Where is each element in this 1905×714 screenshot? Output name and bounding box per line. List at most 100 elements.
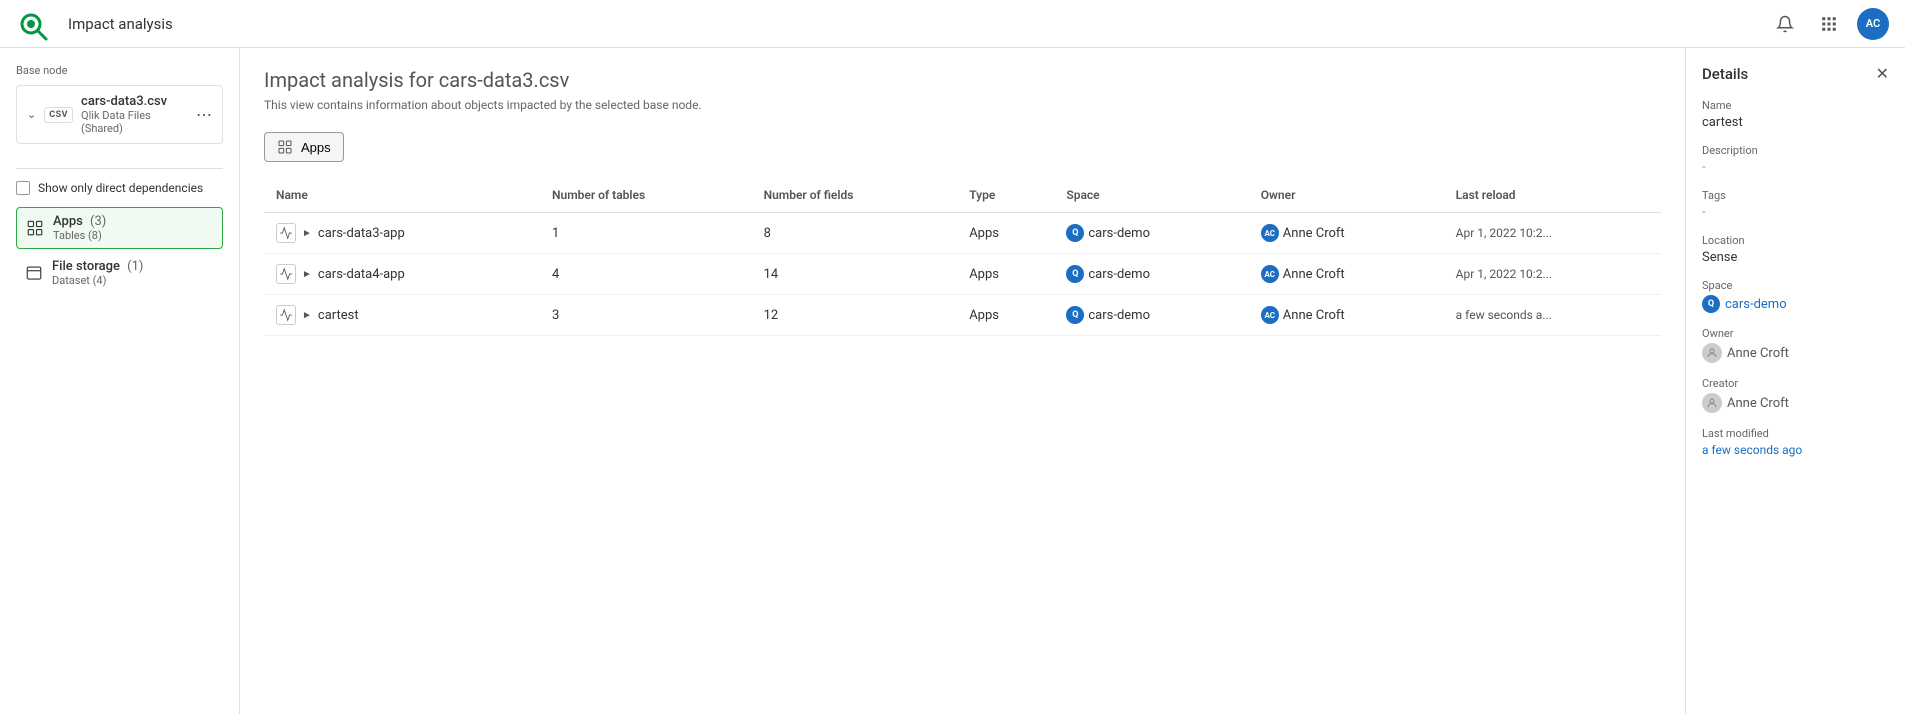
- filestorage-count: (1): [127, 259, 143, 274]
- divider: [16, 168, 223, 169]
- row-name-text: cartest: [318, 308, 359, 323]
- table-row[interactable]: ► cartest 3 12 Apps Q cars-demo AC Anne …: [264, 295, 1661, 336]
- creator-avatar-icon: [1702, 393, 1722, 413]
- apps-count: (3): [90, 214, 106, 229]
- tree-item-filestorage[interactable]: File storage (1) Dataset (4): [16, 253, 223, 293]
- detail-space-value[interactable]: Q cars-demo: [1702, 295, 1889, 313]
- detail-location-section: Location Sense: [1702, 234, 1889, 265]
- apps-tab-button[interactable]: Apps: [264, 132, 344, 162]
- notifications-icon[interactable]: [1769, 8, 1801, 40]
- detail-description-value: -: [1702, 160, 1889, 175]
- detail-last-modified-value: a few seconds ago: [1702, 443, 1889, 457]
- show-deps-label: Show only direct dependencies: [38, 181, 203, 195]
- apps-tree-name: Apps (3): [53, 214, 214, 229]
- topnav-right: AC: [1769, 8, 1889, 40]
- detail-location-label: Location: [1702, 234, 1889, 247]
- expand-caret-icon[interactable]: ►: [302, 310, 312, 321]
- main-content: Impact analysis for cars-data3.csv This …: [240, 48, 1685, 714]
- cell-space: Q cars-demo: [1054, 213, 1248, 254]
- app-title: Impact analysis: [68, 15, 173, 33]
- row-name-text: cars-data3-app: [318, 226, 405, 241]
- top-navigation: Impact analysis AC: [0, 0, 1905, 48]
- apps-tree-sub: Tables (8): [53, 229, 214, 242]
- col-num-tables: Number of tables: [540, 178, 752, 213]
- show-deps-checkbox[interactable]: [16, 181, 30, 195]
- col-last-reload: Last reload: [1444, 178, 1661, 213]
- cell-name: ► cars-data3-app: [264, 213, 540, 254]
- expand-caret-icon[interactable]: ►: [302, 228, 312, 239]
- detail-creator-section: Creator Anne Croft: [1702, 377, 1889, 413]
- close-details-button[interactable]: ✕: [1876, 64, 1889, 83]
- owner-badge-icon: AC: [1261, 224, 1279, 242]
- col-owner: Owner: [1249, 178, 1444, 213]
- owner-badge-label: Anne Croft: [1283, 226, 1345, 241]
- more-options-icon[interactable]: ⋯: [196, 105, 212, 124]
- owner-avatar-icon: [1702, 343, 1722, 363]
- cell-num-fields: 14: [752, 254, 958, 295]
- detail-name-label: Name: [1702, 99, 1889, 112]
- cell-num-tables: 1: [540, 213, 752, 254]
- col-num-fields: Number of fields: [752, 178, 958, 213]
- owner-badge-icon: AC: [1261, 265, 1279, 283]
- base-node-label: Base node: [16, 64, 223, 77]
- cell-last-reload: Apr 1, 2022 10:2...: [1444, 213, 1661, 254]
- last-reload-text: a few seconds a...: [1456, 308, 1552, 322]
- cell-name: ► cars-data4-app: [264, 254, 540, 295]
- space-badge-label: cars-demo: [1088, 267, 1150, 282]
- tree-item-apps[interactable]: Apps (3) Tables (8): [16, 207, 223, 249]
- detail-owner-value: Anne Croft: [1702, 343, 1889, 363]
- cell-num-fields: 12: [752, 295, 958, 336]
- table-row[interactable]: ► cars-data4-app 4 14 Apps Q cars-demo A…: [264, 254, 1661, 295]
- detail-tags-section: Tags -: [1702, 189, 1889, 220]
- detail-tags-value: -: [1702, 205, 1889, 220]
- table-header-row: Name Number of tables Number of fields T…: [264, 178, 1661, 213]
- space-badge-icon: Q: [1066, 224, 1084, 242]
- row-app-icon: [279, 267, 293, 281]
- detail-owner-section: Owner Anne Croft: [1702, 327, 1889, 363]
- apps-tab-icon: [277, 139, 293, 155]
- cell-last-reload: Apr 1, 2022 10:2...: [1444, 254, 1661, 295]
- grid-icon[interactable]: [1813, 8, 1845, 40]
- cell-last-reload: a few seconds a...: [1444, 295, 1661, 336]
- detail-name-section: Name cartest: [1702, 99, 1889, 130]
- space-badge-label: cars-demo: [1088, 226, 1150, 241]
- last-reload-text: Apr 1, 2022 10:2...: [1456, 226, 1552, 240]
- impact-description: This view contains information about obj…: [264, 98, 1661, 112]
- col-space: Space: [1054, 178, 1248, 213]
- col-name: Name: [264, 178, 540, 213]
- user-avatar[interactable]: AC: [1857, 8, 1889, 40]
- details-panel: Details ✕ Name cartest Description - Tag…: [1685, 48, 1905, 714]
- detail-last-modified-label: Last modified: [1702, 427, 1889, 440]
- space-badge-label: cars-demo: [1088, 308, 1150, 323]
- detail-creator-value: Anne Croft: [1702, 393, 1889, 413]
- cell-type: Apps: [957, 213, 1054, 254]
- detail-description-section: Description -: [1702, 144, 1889, 175]
- cell-space: Q cars-demo: [1054, 254, 1248, 295]
- apps-tree-text: Apps (3) Tables (8): [53, 214, 214, 242]
- owner-badge-label: Anne Croft: [1283, 267, 1345, 282]
- space-icon: Q: [1702, 295, 1720, 313]
- apps-tree-icon: [25, 218, 45, 238]
- main-layout: Base node ⌄ CSV cars-data3.csv Qlik Data…: [0, 48, 1905, 714]
- row-name-text: cars-data4-app: [318, 267, 405, 282]
- detail-creator-label: Creator: [1702, 377, 1889, 390]
- base-node-location: Qlik Data Files (Shared): [81, 109, 188, 135]
- detail-owner-label: Owner: [1702, 327, 1889, 340]
- left-sidebar: Base node ⌄ CSV cars-data3.csv Qlik Data…: [0, 48, 240, 714]
- cell-num-tables: 4: [540, 254, 752, 295]
- cell-type: Apps: [957, 295, 1054, 336]
- filestorage-tree-sub: Dataset (4): [52, 274, 215, 287]
- last-reload-text: Apr 1, 2022 10:2...: [1456, 267, 1552, 281]
- chevron-icon[interactable]: ⌄: [27, 108, 36, 121]
- filestorage-tree-icon: [24, 263, 44, 283]
- detail-space-label: Space: [1702, 279, 1889, 292]
- details-panel-header: Details ✕: [1702, 64, 1889, 83]
- csv-icon: CSV: [44, 107, 73, 123]
- detail-name-value: cartest: [1702, 115, 1889, 130]
- owner-badge-label: Anne Croft: [1283, 308, 1345, 323]
- space-badge-icon: Q: [1066, 306, 1084, 324]
- space-badge-icon: Q: [1066, 265, 1084, 283]
- table-row[interactable]: ► cars-data3-app 1 8 Apps Q cars-demo AC…: [264, 213, 1661, 254]
- qlik-logo: [16, 6, 52, 42]
- expand-caret-icon[interactable]: ►: [302, 269, 312, 280]
